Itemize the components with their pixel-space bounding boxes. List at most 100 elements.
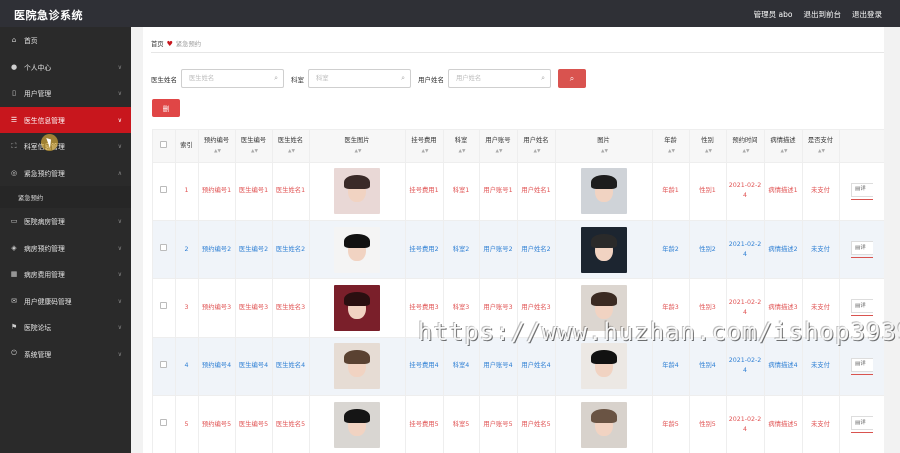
row-select-cell [153, 220, 176, 280]
sidebar-item-profile[interactable]: ● 个人中心 ∨ [0, 54, 131, 81]
cell-age: 年龄4 [652, 337, 690, 397]
row-select-cell [153, 337, 176, 397]
cell-booking-no: 预约编号1 [198, 162, 236, 221]
sort-icon: ▲▼ [251, 148, 258, 154]
sidebar-item-health-codes[interactable]: ✉ 用户健康码管理 ∨ [0, 288, 131, 315]
column-header-department[interactable]: 科室 ▲▼ [443, 130, 480, 163]
list-icon: ☰ [10, 115, 18, 124]
cell-index: 3 [175, 278, 199, 338]
sidebar-item-emergency[interactable]: ◎ 紧急预约管理 ∧ [0, 160, 131, 187]
sidebar-item-departments[interactable]: ⛶ 科室信息管理 ∨ [0, 133, 131, 160]
sidebar-item-forum[interactable]: ⚑ 医院论坛 ∨ [0, 314, 131, 341]
sort-icon: ▲▼ [288, 148, 295, 154]
table-row[interactable]: 4 预约编号4 医生编号4 医生姓名4 挂号费用4 科室4 用户账号4 用户姓名4 年龄4 性别4… [153, 337, 884, 397]
column-header-photo[interactable]: 图片 ▲▼ [555, 130, 653, 163]
cell-booking-no: 预约编号4 [198, 337, 236, 397]
cell-reg-fee: 挂号费用3 [405, 278, 444, 338]
sidebar-item-ward-booking[interactable]: ◈ 病房预约管理 ∨ [0, 235, 131, 262]
sidebar-subitem-emergency-booking[interactable]: 紧急预约 [0, 186, 131, 208]
select-all-cell [153, 130, 176, 163]
column-header-user-account[interactable]: 用户账号 ▲▼ [479, 130, 518, 163]
cell-gender: 性别4 [689, 337, 727, 397]
back-to-front-link[interactable]: 退出到前台 [804, 9, 842, 20]
action-underline [851, 198, 873, 200]
cell-age: 年龄3 [652, 278, 690, 338]
row-checkbox[interactable] [160, 302, 168, 310]
cell-doctor-photo [309, 278, 406, 338]
column-header-label: 年龄 [664, 137, 677, 145]
cell-user-account: 用户账号4 [479, 337, 518, 397]
logout-link[interactable]: 退出登录 [852, 9, 882, 20]
sort-icon: ▲▼ [421, 148, 429, 154]
details-button-label: 详 [860, 419, 866, 426]
doctor-name-input[interactable] [182, 70, 283, 87]
column-header-doctor-name[interactable]: 医生姓名 ▲▼ [272, 130, 310, 163]
home-icon: ⌂ [11, 36, 17, 45]
table-row[interactable]: 2 预约编号2 医生编号2 医生姓名2 挂号费用2 科室2 用户账号2 用户姓名2 年龄2 性别2… [153, 220, 884, 280]
user-name-label: 用户姓名 [418, 75, 444, 84]
cell-booking-no: 预约编号2 [198, 220, 236, 280]
details-button[interactable]: ▤ 详 [851, 357, 873, 372]
breadcrumb-home[interactable]: 首页 [151, 39, 164, 48]
sidebar-item-label: 病房费用管理 [24, 271, 65, 280]
sidebar-item-home[interactable]: ⌂ 首页 [0, 27, 131, 54]
current-user: 管理员 abo [753, 10, 793, 19]
column-header-booking-no[interactable]: 预约编号 ▲▼ [198, 130, 236, 163]
grid-icon: ▦ [10, 270, 18, 279]
column-header-doctor-photo[interactable]: 医生图片 ▲▼ [309, 130, 406, 163]
delete-button[interactable]: 删 [152, 99, 180, 117]
sidebar-item-label: 个人中心 [24, 63, 52, 72]
chevron-down-icon: ∨ [117, 297, 122, 305]
sidebar-item-wards[interactable]: ▭ 医院病房管理 ∨ [0, 208, 131, 235]
cell-booking-no: 预约编号5 [198, 395, 236, 453]
column-header-booking-time[interactable]: 预约时间 ▲▼ [726, 130, 765, 163]
details-button[interactable]: ▤ 详 [851, 241, 873, 256]
sidebar: ⌂ 首页 ● 个人中心 ∨ ▯ 用户管理 ∨ ☰ 医生信息管理 ∨ ⛶ 科室信息… [0, 27, 131, 453]
user-name-input[interactable] [449, 70, 550, 87]
sort-icon: ▲▼ [705, 148, 712, 154]
search-bar: 医生姓名 ⌕ 科室 ⌕ 用户姓名 ⌕ ⌕ [151, 69, 586, 88]
details-button[interactable]: ▤ 详 [851, 416, 873, 431]
cell-user-photo [555, 337, 653, 397]
cell-user-name: 用户姓名3 [517, 278, 556, 338]
row-checkbox[interactable] [160, 244, 168, 252]
details-button[interactable]: ▤ 详 [851, 299, 873, 314]
column-header-gender[interactable]: 性别 ▲▼ [689, 130, 727, 163]
column-header-payment[interactable]: 是否支付 ▲▼ [802, 130, 840, 163]
doctor-photo-image [334, 343, 380, 390]
table-row[interactable]: 3 预约编号3 医生编号3 医生姓名3 挂号费用3 科室3 用户账号3 用户姓名3 年龄3 性别3… [153, 278, 884, 338]
sidebar-item-label: 紧急预约管理 [24, 169, 65, 178]
column-header-age[interactable]: 年龄 ▲▼ [652, 130, 690, 163]
chevron-down-icon: ∨ [117, 244, 122, 252]
details-button[interactable]: ▤ 详 [851, 182, 873, 197]
column-header-description[interactable]: 病情描述 ▲▼ [764, 130, 803, 163]
user-photo-image [580, 343, 627, 390]
column-header-user-name[interactable]: 用户姓名 ▲▼ [517, 130, 556, 163]
cell-booking-no: 预约编号3 [198, 278, 236, 338]
row-checkbox[interactable] [160, 360, 168, 368]
column-header-reg-fee[interactable]: 挂号费用 ▲▼ [405, 130, 444, 163]
cell-user-account: 用户账号1 [479, 162, 518, 221]
column-header-label: 挂号费用 [411, 137, 437, 145]
select-all-checkbox[interactable] [160, 140, 168, 148]
cell-doctor-no: 医生编号2 [235, 220, 273, 280]
sidebar-item-users[interactable]: ▯ 用户管理 ∨ [0, 80, 131, 107]
table-row[interactable]: 1 预约编号1 医生编号1 医生姓名1 挂号费用1 科室1 用户账号1 用户姓名1 年龄1 性别1… [153, 162, 884, 221]
sidebar-item-label: 系统管理 [24, 350, 52, 359]
column-header-label: 是否支付 [807, 137, 834, 145]
cell-age: 年龄5 [652, 395, 690, 453]
sidebar-item-ward-fees[interactable]: ▦ 病房费用管理 ∨ [0, 261, 131, 288]
column-header-doctor-no[interactable]: 医生编号 ▲▼ [235, 130, 273, 163]
row-checkbox[interactable] [160, 185, 168, 193]
cell-user-name: 用户姓名4 [517, 337, 556, 397]
sort-icon: ▲▼ [354, 148, 362, 154]
row-checkbox[interactable] [160, 419, 168, 427]
department-input[interactable] [309, 70, 410, 87]
sidebar-item-doctors[interactable]: ☰ 医生信息管理 ∨ [0, 106, 131, 133]
sidebar-item-system[interactable]: ⏻ 系统管理 ∨ [0, 341, 131, 368]
search-button[interactable]: ⌕ [558, 69, 586, 88]
chevron-down-icon: ∨ [117, 271, 122, 278]
table-row[interactable]: 5 预约编号5 医生编号5 医生姓名5 挂号费用5 科室5 用户账号5 用户姓名5 年龄5 性别5… [153, 395, 884, 453]
cell-index: 5 [175, 395, 199, 453]
cell-department: 科室1 [443, 162, 480, 221]
